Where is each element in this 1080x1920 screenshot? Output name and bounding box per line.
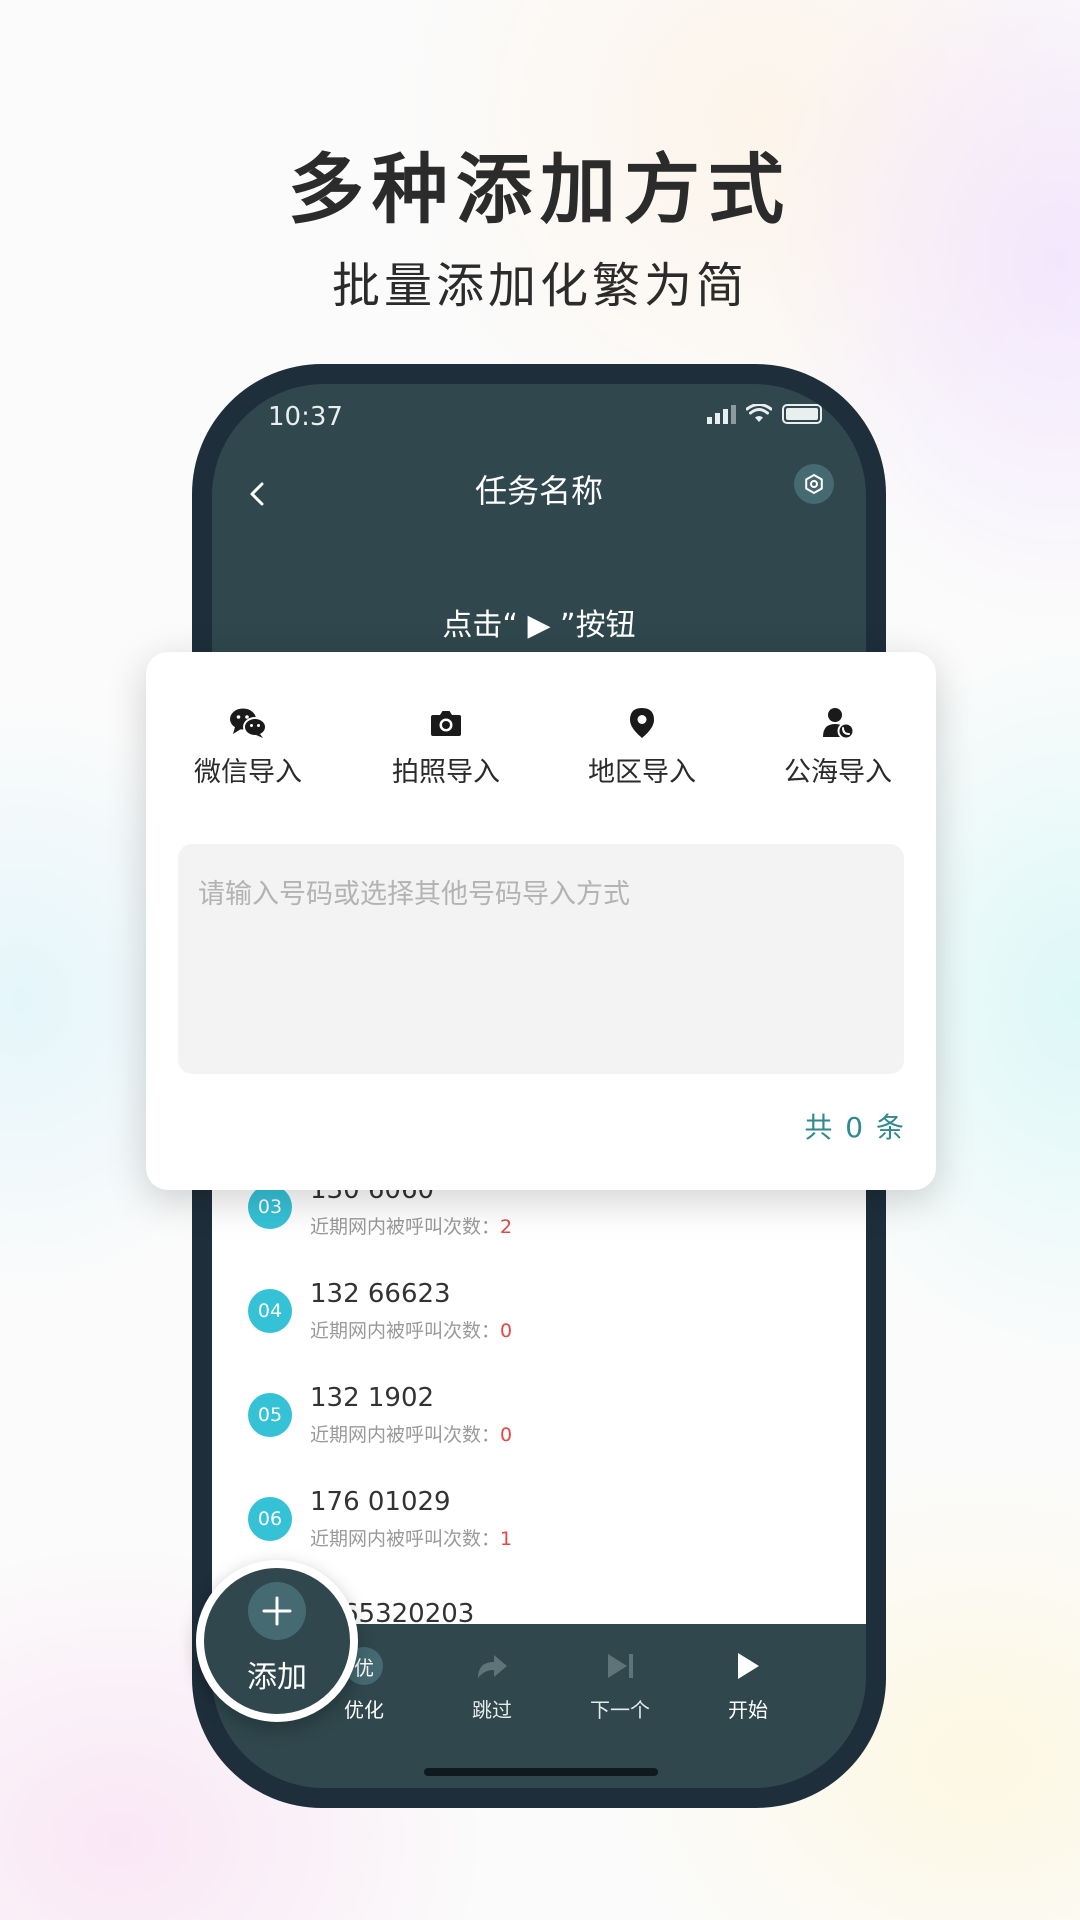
list-item[interactable]: 06 176 01029 近期网内被呼叫次数：1 [248, 1486, 512, 1551]
skip-button[interactable]: 跳过 [432, 1646, 552, 1723]
import-option-region[interactable]: 地区导入 [562, 706, 722, 789]
import-option-wechat[interactable]: 微信导入 [168, 706, 328, 789]
next-track-icon [608, 1654, 633, 1678]
start-button[interactable]: 开始 [688, 1646, 808, 1723]
row-sub-label: 近期网内被呼叫次数： [310, 1528, 501, 1550]
location-pin-icon [630, 708, 654, 738]
row-phone: 132 1902 [310, 1383, 435, 1413]
number-input[interactable] [178, 844, 904, 1074]
row-count: 1 [500, 1528, 513, 1550]
camera-icon [431, 711, 461, 736]
wechat-icon [230, 708, 267, 738]
user-phone-icon [823, 708, 854, 739]
skip-arrow-icon [478, 1655, 507, 1678]
play-icon [738, 1653, 759, 1679]
row-phone: 176 01029 [310, 1487, 451, 1517]
row-count: 0 [500, 1320, 513, 1342]
row-count: 2 [500, 1216, 513, 1238]
signal-icon [707, 404, 736, 424]
import-option-label: 拍照导入 [392, 757, 500, 788]
row-index: 04 [248, 1288, 292, 1333]
list-item[interactable]: 04 132 66623 近期网内被呼叫次数：0 [248, 1278, 512, 1343]
home-indicator [424, 1768, 658, 1776]
total-count: 共 0 条 [804, 1111, 906, 1144]
row-index: 06 [248, 1496, 292, 1541]
battery-icon [782, 404, 822, 424]
start-hint: 点击“ ▶ ”按钮 [442, 608, 636, 643]
row-sub-label: 近期网内被呼叫次数： [310, 1320, 501, 1342]
status-time: 10:37 [268, 402, 343, 432]
row-sub-label: 近期网内被呼叫次数： [310, 1216, 501, 1238]
import-card: 微信导入 拍照导入 地区导入 公海导入 请输入号码或选择其他号码导入方式 共 0… [146, 652, 936, 1190]
add-button[interactable]: 添加 [196, 1560, 358, 1722]
list-item[interactable]: 05 132 1902 近期网内被呼叫次数：0 [248, 1382, 512, 1447]
page-title: 任务名称 [474, 472, 603, 510]
promo-subtitle: 批量添加化繁为简 [331, 258, 748, 314]
start-label: 开始 [728, 1698, 768, 1722]
next-button[interactable]: 下一个 [560, 1646, 680, 1723]
import-option-camera[interactable]: 拍照导入 [366, 706, 526, 789]
settings-button[interactable] [794, 464, 834, 504]
wifi-icon [746, 404, 772, 422]
next-label: 下一个 [590, 1698, 650, 1722]
import-option-label: 地区导入 [588, 757, 696, 788]
row-index: 05 [248, 1392, 292, 1437]
promo-title: 多种添加方式 [288, 145, 792, 234]
import-option-label: 公海导入 [784, 757, 892, 788]
row-phone: 132 66623 [310, 1279, 451, 1309]
row-count: 0 [500, 1424, 513, 1446]
import-option-public-pool[interactable]: 公海导入 [758, 706, 918, 789]
skip-label: 跳过 [472, 1698, 512, 1722]
row-index: 03 [248, 1184, 292, 1229]
import-option-label: 微信导入 [194, 757, 302, 788]
add-label: 添加 [247, 1660, 307, 1695]
status-icons [707, 404, 822, 424]
plus-icon [248, 1582, 306, 1640]
row-sub-label: 近期网内被呼叫次数： [310, 1424, 501, 1446]
settings-icon [805, 473, 823, 495]
